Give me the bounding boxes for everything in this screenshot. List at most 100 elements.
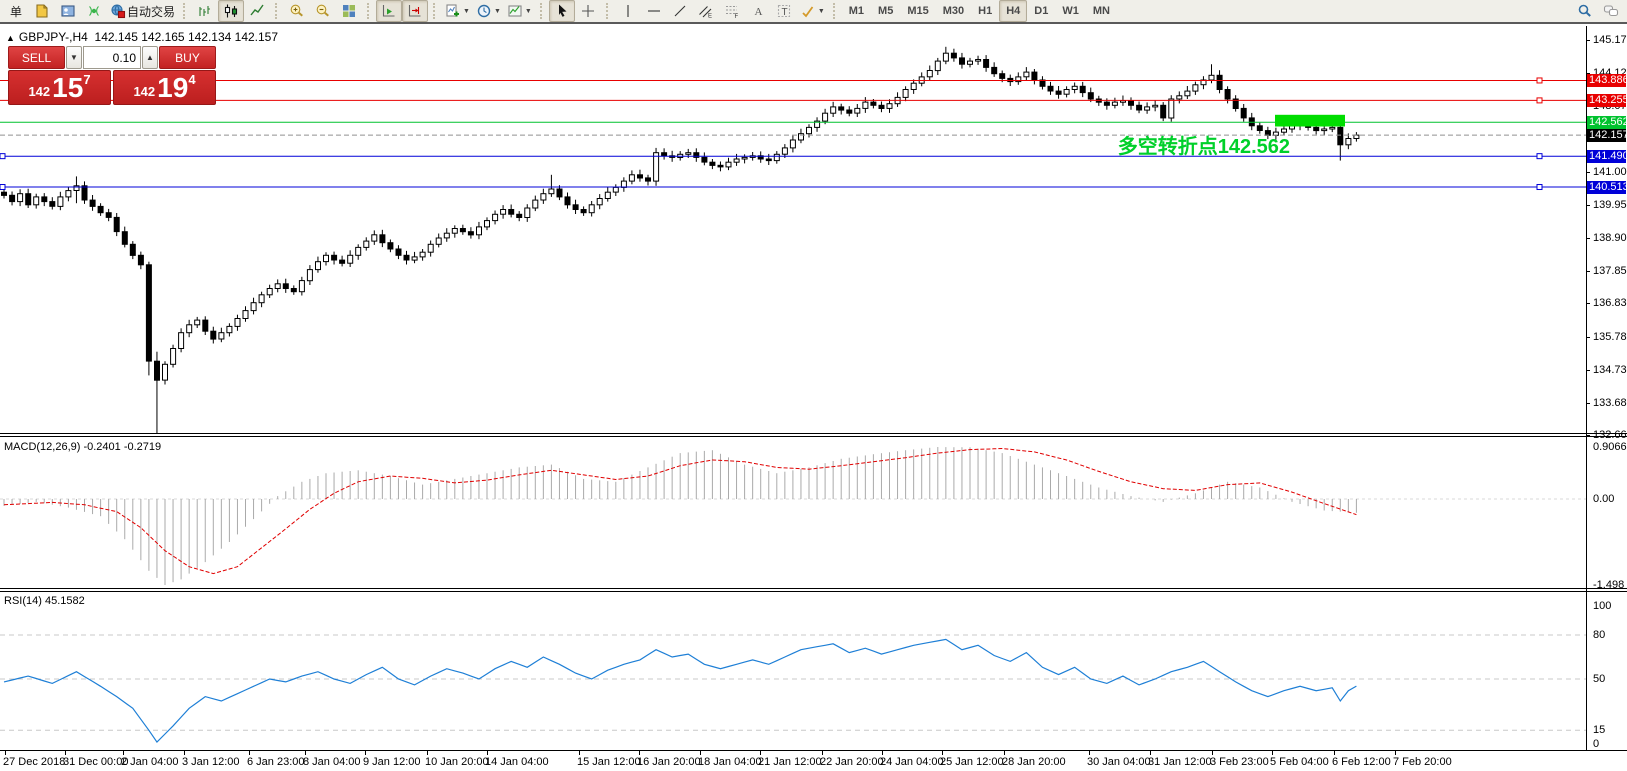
time-tick	[123, 751, 124, 755]
time-tick	[822, 751, 823, 755]
trendline-icon	[672, 3, 688, 19]
chevron-down-icon: ▼	[70, 53, 78, 62]
auto-scroll-icon	[381, 3, 397, 19]
dropdown-caret-icon[interactable]: ▼	[525, 8, 532, 15]
buy-price-big: 19	[157, 74, 188, 102]
toolbar-templates[interactable]: ▼	[504, 0, 535, 22]
toolbar-line-chart[interactable]	[244, 0, 270, 22]
line-handle[interactable]	[1537, 98, 1542, 103]
bar-chart-icon	[197, 3, 213, 19]
main-chart-canvas[interactable]	[0, 26, 1586, 433]
toolbar-tf-w1[interactable]: W1	[1055, 0, 1086, 22]
toolbar-chart-shift[interactable]	[402, 0, 428, 22]
toolbar-text[interactable]: A	[745, 0, 771, 22]
price-tick-label: 139.950	[1593, 199, 1627, 212]
toolbar-crosshair[interactable]	[575, 0, 601, 22]
sell-price-figure: 142	[28, 84, 50, 99]
toolbar-search[interactable]	[1572, 0, 1598, 22]
sell-price-display[interactable]: 142 15 7	[8, 70, 111, 105]
symbol-period: GBPJPY-,H4	[19, 30, 88, 44]
highlight-box[interactable]	[1275, 115, 1345, 127]
dropdown-caret-icon[interactable]: ▼	[494, 8, 501, 15]
time-label: 15 Jan 12:00	[577, 756, 641, 768]
toolbar-chat[interactable]	[1598, 0, 1624, 22]
line-handle[interactable]	[0, 185, 5, 190]
toolbar-periods[interactable]: ▼	[473, 0, 504, 22]
dropdown-caret-icon[interactable]: ▼	[463, 8, 470, 15]
toolbar-equidistant-channel[interactable]: E	[693, 0, 719, 22]
rsi-axis-label: 50	[1593, 673, 1605, 686]
toolbar-zoom-out[interactable]	[310, 0, 336, 22]
price-badge: 140.513	[1587, 181, 1626, 194]
toolbar-vertical-line[interactable]	[615, 0, 641, 22]
time-label: 31 Jan 12:00	[1148, 756, 1212, 768]
line-handle[interactable]	[1537, 78, 1542, 83]
time-tick	[1395, 751, 1396, 755]
svg-text:A: A	[754, 6, 762, 18]
buy-price-display[interactable]: 142 19 4	[113, 70, 216, 105]
toolbar-arrows[interactable]: ▼	[797, 0, 828, 22]
toolbar-grip	[183, 3, 187, 19]
time-tick	[942, 751, 943, 755]
time-label: 5 Feb 04:00	[1270, 756, 1329, 768]
toolbar-horizontal-line[interactable]	[641, 0, 667, 22]
toolbar-text-label[interactable]: T	[771, 0, 797, 22]
toolbar-signals[interactable]	[81, 0, 107, 22]
toolbar-tf-h1[interactable]: H1	[971, 0, 999, 22]
text-icon: A	[750, 3, 766, 19]
toolbar-candlestick-chart[interactable]	[218, 0, 244, 22]
toolbar-history-center[interactable]	[29, 0, 55, 22]
time-label: 27 Dec 2018	[3, 756, 65, 768]
toolbar-tf-m15[interactable]: M15	[900, 0, 935, 22]
volume-input[interactable]	[83, 46, 141, 69]
rsi-axis-label: 80	[1593, 629, 1605, 642]
toolbar-grip	[367, 3, 371, 19]
dropdown-caret-icon[interactable]: ▼	[818, 8, 825, 15]
fibonacci-icon: F	[724, 3, 740, 19]
toolbar-order-partial[interactable]: 单	[3, 0, 29, 22]
collapse-panel-icon[interactable]: ▲	[6, 33, 15, 43]
toolbar-auto-scroll[interactable]	[376, 0, 402, 22]
toolbar-zoom-in[interactable]	[284, 0, 310, 22]
line-handle[interactable]	[1537, 185, 1542, 190]
rsi-pane-canvas[interactable]	[0, 592, 1586, 750]
time-tick	[639, 751, 640, 755]
time-label: 2 Jan 04:00	[121, 756, 179, 768]
line-handle[interactable]	[1537, 154, 1542, 159]
toolbar-trendline[interactable]	[667, 0, 693, 22]
toolbar-autotrading[interactable]: 自动交易	[107, 0, 178, 22]
toolbar-tf-m5[interactable]: M5	[871, 0, 900, 22]
chevron-up-icon: ▲	[146, 53, 154, 62]
signals-icon	[86, 3, 102, 19]
time-tick	[579, 751, 580, 755]
toolbar-bar-chart[interactable]	[192, 0, 218, 22]
volume-up-button[interactable]: ▲	[142, 46, 158, 69]
toolbar-tf-mn[interactable]: MN	[1086, 0, 1117, 22]
vertical-line-icon	[620, 3, 636, 19]
toolbar-tf-m1[interactable]: M1	[842, 0, 871, 22]
toolbar-cursor[interactable]	[549, 0, 575, 22]
toolbar-tf-m30[interactable]: M30	[936, 0, 971, 22]
volume-down-button[interactable]: ▼	[66, 46, 82, 69]
time-tick	[1334, 751, 1335, 755]
price-tick	[1586, 205, 1590, 206]
time-tick	[249, 751, 250, 755]
zoom-in-icon	[289, 3, 305, 19]
toolbar-grip	[540, 3, 544, 19]
rsi-indicator-label: RSI(14) 45.1582	[4, 595, 85, 607]
line-handle[interactable]	[0, 154, 5, 159]
chart-window: 145.170144.120143.070142.020141.000139.9…	[0, 26, 1627, 771]
macd-pane-canvas[interactable]	[0, 437, 1586, 588]
price-tick-label: 136.830	[1593, 297, 1627, 310]
buy-button[interactable]: BUY	[159, 46, 216, 69]
sell-button[interactable]: SELL	[8, 46, 65, 69]
toolbar-profile[interactable]	[55, 0, 81, 22]
time-tick	[882, 751, 883, 755]
toolbar-tf-d1[interactable]: D1	[1027, 0, 1055, 22]
toolbar-fibonacci[interactable]: F	[719, 0, 745, 22]
toolbar-new-chart[interactable]: ▼	[442, 0, 473, 22]
toolbar-tile-windows[interactable]	[336, 0, 362, 22]
time-label: 8 Jan 04:00	[303, 756, 361, 768]
toolbar-tf-h4[interactable]: H4	[999, 0, 1027, 22]
time-label: 6 Jan 23:00	[247, 756, 305, 768]
